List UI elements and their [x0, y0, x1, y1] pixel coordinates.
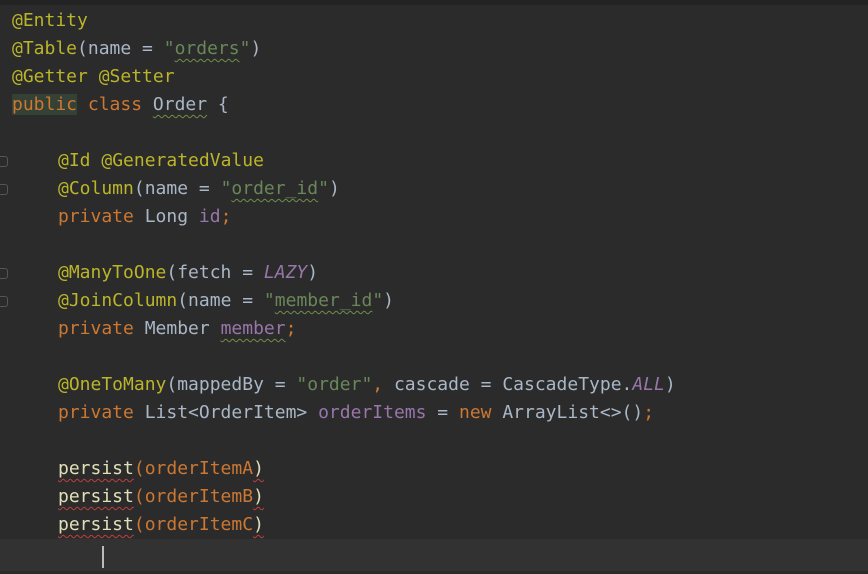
fold-icon[interactable]: [0, 296, 8, 307]
code-line-18: persist(orderItemB): [58, 486, 264, 507]
table-name-string: orders: [174, 38, 240, 59]
gutter-marker: [0, 15, 8, 27]
code-line-19: persist(orderItemC): [58, 514, 264, 535]
fold-icon[interactable]: [0, 184, 8, 195]
code-line-3: @Getter @Setter: [0, 63, 868, 91]
annotation-table: @Table: [12, 38, 78, 59]
gutter-marker: [0, 71, 8, 83]
code-line-1: @Entity: [0, 7, 868, 35]
annotation-entity: @Entity: [12, 10, 88, 31]
fold-icon[interactable]: [0, 156, 8, 167]
keyword-public: public: [12, 94, 78, 115]
code-line-14: @OneToMany(mappedBy = "order", cascade =…: [58, 374, 676, 395]
annotation-getter: @Getter: [12, 66, 88, 87]
code-line-11: @JoinColumn(name = "member_id"): [0, 287, 868, 315]
code-line-2: @Table(name = "orders"): [0, 35, 868, 63]
unresolved-method: persist: [58, 486, 134, 507]
text-caret: [102, 546, 104, 568]
current-line[interactable]: [0, 539, 868, 571]
code-line-7: @Column(name = "order_id"): [0, 175, 868, 203]
code-line-15: private List<OrderItem> orderItems = new…: [58, 402, 655, 423]
annotation-setter: @Setter: [98, 66, 175, 87]
code-line-12: private Member member;: [58, 318, 297, 339]
code-line-17: persist(orderItemA): [58, 458, 264, 479]
code-line-4: public class Order {: [12, 94, 229, 115]
code-line-8: private Long id;: [58, 206, 232, 227]
class-name: Order: [152, 94, 208, 115]
unresolved-method: persist: [58, 514, 134, 535]
code-editor[interactable]: @Entity @Table(name = "orders") @Getter …: [0, 0, 868, 574]
code-line-6: @Id @GeneratedValue: [0, 147, 868, 175]
gutter-marker: [0, 43, 8, 55]
code-line-10: @ManyToOne(fetch = LAZY): [0, 259, 868, 287]
fold-icon[interactable]: [0, 268, 8, 279]
unresolved-method: persist: [58, 458, 134, 479]
